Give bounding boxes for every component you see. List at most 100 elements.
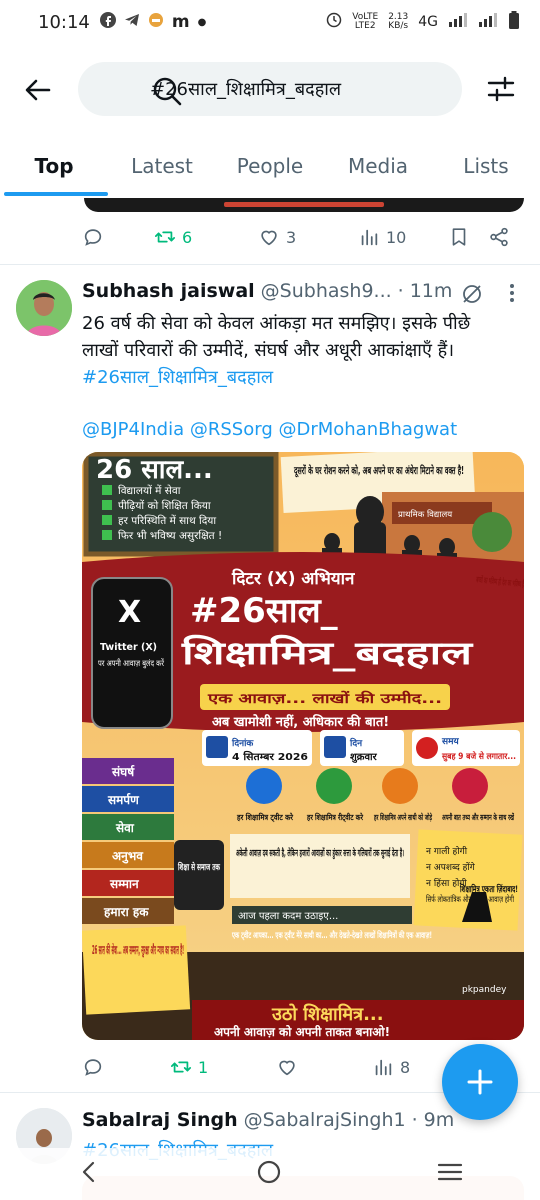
like-button[interactable] bbox=[276, 1056, 372, 1078]
like-button[interactable]: 3 bbox=[258, 226, 358, 248]
phone-text: पर अपनी आवाज़ बुलंद करें bbox=[98, 658, 164, 669]
share-button[interactable] bbox=[488, 226, 510, 248]
mentions-links[interactable]: @BJP4India @RSSorg @DrMohanBhagwat bbox=[82, 416, 522, 443]
book-label: हमारा हक bbox=[103, 905, 149, 919]
campaign-title: दिटर (X) अभियान bbox=[231, 568, 355, 589]
checklist-item: पीढ़ियों को शिक्षित किया bbox=[118, 499, 211, 512]
views-button[interactable]: 10 bbox=[358, 226, 448, 248]
nav-recents-button[interactable] bbox=[437, 1160, 463, 1188]
tweet-text: 26 वर्ष की सेवा को केवल आंकड़ा मत समझिए।… bbox=[82, 310, 522, 443]
tab-people[interactable]: People bbox=[216, 136, 324, 198]
step-label: हर शिक्षामित्र रीट्वीट करे bbox=[306, 812, 363, 823]
hashtag-link[interactable]: #26साल_शिक्षामित्र_बदहाल bbox=[82, 364, 522, 391]
bookmark-icon bbox=[452, 228, 466, 246]
back-button[interactable] bbox=[22, 74, 54, 106]
compose-button[interactable] bbox=[442, 1044, 518, 1120]
search-header: #26साल_शिक्षामित्र_बदहाल bbox=[0, 60, 540, 118]
tweet-time[interactable]: 9m bbox=[424, 1109, 455, 1131]
search-tabs: Top Latest People Media Lists bbox=[0, 136, 540, 198]
notification-app-icon bbox=[148, 12, 164, 32]
quote-mid: अकेली आवाज़ दब सकती है, लेकिन हजारों आवा… bbox=[236, 847, 404, 860]
step-line: आज पहला कदम उठाइए... bbox=[238, 911, 338, 922]
grok-icon bbox=[463, 285, 481, 303]
search-input[interactable]: #26साल_शिक्षामित्र_बदहाल bbox=[78, 62, 462, 116]
signal-icon bbox=[448, 13, 468, 31]
book-label: समर्पण bbox=[107, 793, 140, 807]
facebook-icon bbox=[99, 12, 116, 32]
info-value: सुबह 9 बजे से लगातार... bbox=[441, 751, 516, 762]
previous-tweet-media[interactable] bbox=[84, 198, 524, 212]
nav-home-button[interactable] bbox=[256, 1159, 282, 1189]
tab-top[interactable]: Top bbox=[0, 136, 108, 198]
author-handle[interactable]: @Subhash9... bbox=[261, 280, 392, 302]
reply-icon bbox=[84, 229, 102, 246]
retweet-icon bbox=[154, 231, 176, 243]
view-count: 8 bbox=[400, 1057, 411, 1077]
headline-line-2: शिक्षामित्र_बदहाल bbox=[181, 634, 474, 672]
reply-button[interactable] bbox=[82, 226, 154, 248]
sliders-icon bbox=[487, 76, 515, 102]
retweet-count: 1 bbox=[198, 1057, 209, 1077]
step-text: एक ट्वीट आपका... एक ट्वीट मेरे साथी का..… bbox=[231, 930, 432, 941]
status-bar: 10:14 m ● VoLTE LTE2 2.13 KB/s 4G bbox=[0, 0, 540, 44]
m-app-icon: m bbox=[171, 12, 190, 32]
cta-title: उठो शिक्षामित्र... bbox=[271, 1003, 384, 1025]
author-name[interactable]: Sabalraj Singh bbox=[82, 1109, 238, 1131]
view-count: 10 bbox=[386, 227, 407, 247]
tweet-image[interactable]: 26 साल... विद्यालयों में सेवा पीढ़ियों क… bbox=[82, 452, 524, 1040]
signal-icon-2 bbox=[478, 13, 498, 31]
step-label: अपनी बात तथ्य और सम्मान के साथ रखें bbox=[442, 812, 515, 822]
telegram-icon bbox=[124, 12, 140, 32]
home-circle-icon bbox=[257, 1160, 281, 1184]
info-value: शुक्रवार bbox=[350, 752, 378, 763]
plus-icon bbox=[467, 1069, 493, 1095]
retweet-button[interactable]: 1 bbox=[170, 1056, 276, 1078]
author-name[interactable]: Subhash jaiswal bbox=[82, 280, 255, 302]
heart-icon bbox=[279, 1060, 295, 1076]
retweet-button[interactable]: 6 bbox=[154, 226, 258, 248]
quote-top: दूसरों के घर रोशन करने को, अब अपने घर का… bbox=[293, 464, 464, 478]
separator-dot: · bbox=[397, 280, 404, 302]
bottom-badge: 26 साल की सेवा... अब सम्मान, सुरक्षा और … bbox=[92, 943, 184, 958]
tweet-time[interactable]: 11m bbox=[410, 280, 453, 302]
reply-button[interactable] bbox=[82, 1056, 170, 1078]
more-notifications-dot: ● bbox=[197, 16, 207, 28]
share-icon bbox=[490, 227, 508, 247]
info-value: 4 सितम्बर 2026 bbox=[232, 750, 308, 763]
more-options-button[interactable] bbox=[504, 281, 520, 309]
rule-item: न अपशब्द होंगे bbox=[426, 861, 476, 873]
network-speed: 2.13 KB/s bbox=[388, 12, 409, 31]
grok-button[interactable] bbox=[460, 282, 484, 310]
poster-badge: 26 साल... bbox=[96, 455, 213, 485]
subtag: अब खामोशी नहीं, अधिकार की बात! bbox=[212, 713, 389, 730]
tab-latest[interactable]: Latest bbox=[108, 136, 216, 198]
step-label: हर शिक्षामित्र ट्वीट करे bbox=[236, 812, 293, 823]
tab-media[interactable]: Media bbox=[324, 136, 432, 198]
bottom-badge-box bbox=[82, 925, 191, 1015]
bookmark-button[interactable] bbox=[448, 226, 488, 248]
tweet-text-line: लाखों परिवारों की उम्मीदें, संघर्ष और अध… bbox=[82, 340, 455, 361]
alarm-icon bbox=[326, 12, 342, 32]
menu-lines-icon bbox=[437, 1163, 462, 1181]
tweet-header: Sabalraj Singh @SabalrajSingh1 · 9m bbox=[82, 1109, 454, 1131]
headline-line-1: #26साल_ bbox=[190, 591, 338, 631]
like-count: 3 bbox=[286, 227, 297, 247]
book-label: अनुभव bbox=[112, 849, 144, 864]
book-label: सेवा bbox=[115, 821, 135, 835]
rule-item: न गाली होगी bbox=[426, 845, 468, 857]
more-vertical-icon bbox=[510, 284, 514, 302]
avatar[interactable] bbox=[16, 280, 72, 336]
battery-icon bbox=[508, 11, 520, 33]
search-filter-button[interactable] bbox=[486, 74, 516, 104]
info-label: दिनांक bbox=[231, 737, 254, 749]
views-icon bbox=[375, 1059, 392, 1076]
retweet-count: 6 bbox=[182, 227, 193, 247]
nav-back-button[interactable] bbox=[77, 1160, 101, 1188]
clock: 10:14 bbox=[38, 11, 90, 33]
author-handle[interactable]: @SabalrajSingh1 bbox=[244, 1109, 406, 1131]
tweet-header: Subhash jaiswal @Subhash9... · 11m bbox=[82, 280, 452, 302]
school-name: प्राथमिक विद्यालय bbox=[398, 509, 453, 520]
tab-lists[interactable]: Lists bbox=[432, 136, 540, 198]
reply-icon bbox=[84, 1059, 102, 1076]
retweet-icon bbox=[170, 1061, 192, 1073]
